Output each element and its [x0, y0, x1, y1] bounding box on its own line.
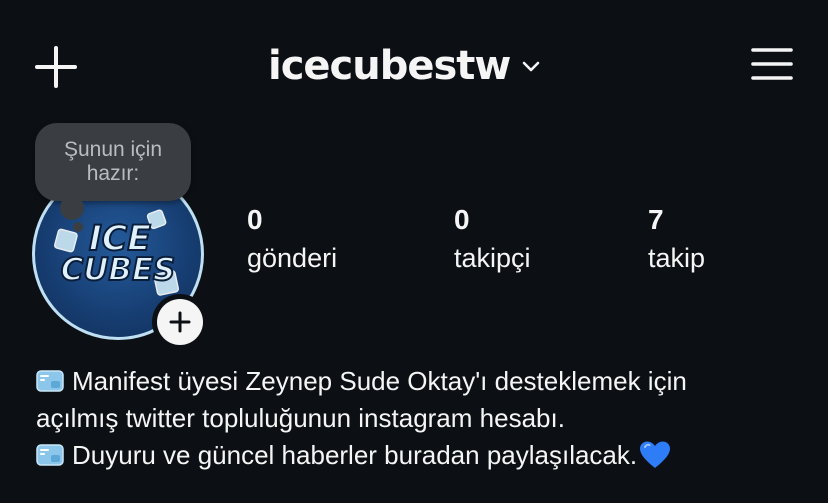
blue-heart-emoji — [640, 441, 671, 468]
plus-icon — [35, 46, 77, 88]
note-bubble-line1: Şunun için — [63, 138, 163, 161]
note-bubble-line2: hazır: — [86, 162, 140, 185]
new-post-button[interactable] — [34, 45, 78, 89]
posts-label: gönderi — [247, 243, 338, 273]
account-switcher[interactable]: icecubestw — [268, 40, 542, 92]
ice-cube-emoji — [36, 370, 64, 392]
username-title: icecubestw — [268, 43, 511, 89]
followers-count: 0 — [454, 204, 470, 235]
profile-bio: Manifest üyesi Zeynep Sude Oktay'ı deste… — [36, 363, 816, 474]
bio-line-2: açılmış twitter topluluğunun instagram h… — [36, 400, 816, 437]
menu-button[interactable] — [750, 46, 794, 82]
note-bubble-tail-small — [73, 222, 83, 232]
chevron-down-icon — [523, 61, 540, 72]
stat-posts[interactable]: 0 gönderi — [247, 202, 337, 278]
stat-followers[interactable]: 0 takipçi — [454, 202, 531, 278]
bio-line-1: Manifest üyesi Zeynep Sude Oktay'ı deste… — [36, 363, 816, 400]
following-label: takip — [648, 243, 706, 273]
followers-label: takipçi — [454, 243, 531, 273]
note-bubble[interactable]: Şunun için hazır: — [35, 123, 191, 201]
following-count: 7 — [648, 204, 664, 235]
plus-icon — [169, 311, 191, 333]
stat-following[interactable]: 7 takip — [648, 202, 705, 278]
posts-count: 0 — [247, 204, 263, 235]
note-bubble-tail-large — [60, 196, 84, 220]
bio-text-2: açılmış twitter topluluğunun instagram h… — [36, 403, 565, 433]
bio-line-3: Duyuru ve güncel haberler buradan paylaş… — [36, 437, 816, 474]
bio-text-1: Manifest üyesi Zeynep Sude Oktay'ı deste… — [72, 366, 687, 396]
logo-text-cubes: CUBES — [61, 252, 176, 288]
hamburger-menu-icon — [751, 48, 793, 80]
add-story-button[interactable] — [152, 294, 208, 350]
bio-text-3: Duyuru ve güncel haberler buradan paylaş… — [72, 440, 638, 470]
ice-cube-emoji — [36, 444, 64, 466]
add-story-badge — [157, 299, 203, 345]
top-bar: icecubestw — [0, 0, 828, 130]
